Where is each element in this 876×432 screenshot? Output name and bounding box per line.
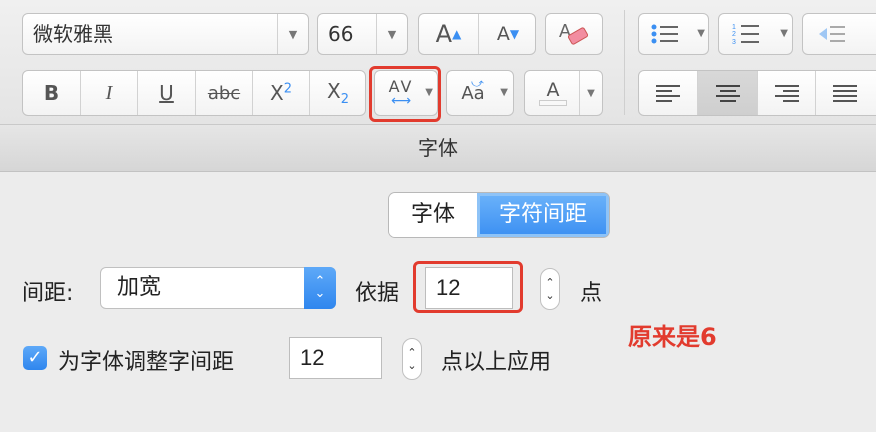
chevron-down-icon[interactable]: ▼: [277, 14, 308, 54]
highlight-spacing-button: [369, 66, 441, 122]
superscript-button[interactable]: X2: [252, 71, 309, 115]
align-right-icon: [774, 85, 799, 102]
align-right-button[interactable]: [757, 71, 815, 115]
bullet-list-button[interactable]: ▼: [638, 13, 709, 55]
grow-font-icon: A: [435, 20, 453, 48]
grow-font-button[interactable]: A ▲: [419, 14, 478, 54]
align-left-icon: [656, 85, 680, 102]
font-color-button[interactable]: A ▼: [524, 70, 603, 116]
format-button-group: B I U abc X2 X2: [22, 70, 366, 116]
points-label: 点: [580, 281, 603, 306]
strikethrough-button[interactable]: abc: [195, 71, 252, 115]
svg-text:1: 1: [732, 24, 736, 31]
bold-icon: B: [43, 81, 60, 105]
bold-button[interactable]: B: [23, 71, 80, 115]
italic-button[interactable]: I: [80, 71, 137, 115]
kerning-suffix-label: 点以上应用: [441, 350, 552, 375]
font-color-icon: A: [525, 71, 581, 115]
strikethrough-icon: abc: [207, 82, 241, 104]
indent-group: [802, 13, 876, 55]
chevron-down-icon[interactable]: ▼: [376, 14, 407, 54]
kerning-label: 为字体调整字间距: [58, 350, 235, 375]
align-left-button[interactable]: [639, 71, 697, 115]
change-case-icon: Aa ⤻: [461, 76, 485, 104]
chevron-down-icon[interactable]: ▼: [780, 28, 788, 39]
eraser-icon: A: [546, 14, 602, 54]
align-center-button[interactable]: [697, 71, 757, 115]
font-size-combobox[interactable]: 66 ▼: [317, 13, 408, 55]
change-case-button[interactable]: Aa ⤻ ▼: [446, 70, 514, 116]
dialog-tabs: 字体 字符间距: [389, 193, 610, 237]
font-name-combobox[interactable]: 微软雅黑 ▼: [22, 13, 309, 55]
align-center-icon: [715, 85, 740, 102]
annotation-note: 原来是6: [628, 323, 717, 351]
chevron-down-icon[interactable]: ▼: [697, 28, 705, 39]
font-name-value: 微软雅黑: [33, 22, 113, 46]
spacing-label: 间距:: [22, 281, 74, 306]
tab-character-spacing[interactable]: 字符间距: [477, 193, 610, 237]
decrease-indent-button[interactable]: [803, 14, 861, 54]
dialog-title: 字体: [0, 125, 876, 172]
kerning-size-stepper[interactable]: ⌃ ⌄: [402, 338, 422, 380]
numbered-list-icon: 1 2 3: [719, 14, 773, 54]
by-label: 依据: [355, 281, 400, 306]
font-size-value: 66: [328, 22, 354, 46]
justify-icon: [832, 85, 857, 102]
subscript-icon: X2: [327, 79, 349, 107]
chevron-down-icon[interactable]: ▼: [500, 87, 508, 98]
superscript-icon: X2: [270, 81, 292, 105]
underline-button[interactable]: U: [137, 71, 195, 115]
highlight-spacing-input: [413, 261, 523, 313]
clear-formatting-button[interactable]: A: [545, 13, 603, 55]
tab-font[interactable]: 字体: [389, 193, 478, 237]
kerning-size-input[interactable]: [289, 337, 382, 379]
spacing-select[interactable]: 加宽 ⌃ ⌄: [100, 267, 336, 309]
spacing-select-value: 加宽: [117, 275, 162, 300]
justify-button[interactable]: [815, 71, 873, 115]
svg-text:3: 3: [732, 39, 736, 46]
shrink-font-button[interactable]: A ▼: [478, 14, 537, 54]
font-size-adjust-group: A ▲ A ▼: [418, 13, 536, 55]
svg-text:2: 2: [732, 31, 736, 38]
numbered-list-button[interactable]: 1 2 3 ▼: [718, 13, 793, 55]
up-down-chevron-icon[interactable]: ⌃ ⌄: [304, 267, 336, 309]
decrease-indent-icon: [819, 26, 845, 42]
subscript-button[interactable]: X2: [309, 71, 366, 115]
spacing-amount-stepper[interactable]: ⌃ ⌄: [540, 268, 560, 310]
underline-icon: U: [159, 81, 174, 105]
italic-icon: I: [105, 81, 113, 104]
shrink-font-icon: A: [496, 23, 510, 45]
ribbon-toolbar: 微软雅黑 ▼ 66 ▼ A ▲ A ▼ A B I U abc X2 X2 AV…: [0, 0, 876, 125]
kerning-checkbox[interactable]: ✓: [23, 346, 47, 370]
chevron-down-icon[interactable]: ▼: [579, 71, 602, 115]
toolbar-divider: [624, 10, 625, 115]
bullet-list-icon: [639, 14, 691, 54]
alignment-group: [638, 70, 876, 116]
